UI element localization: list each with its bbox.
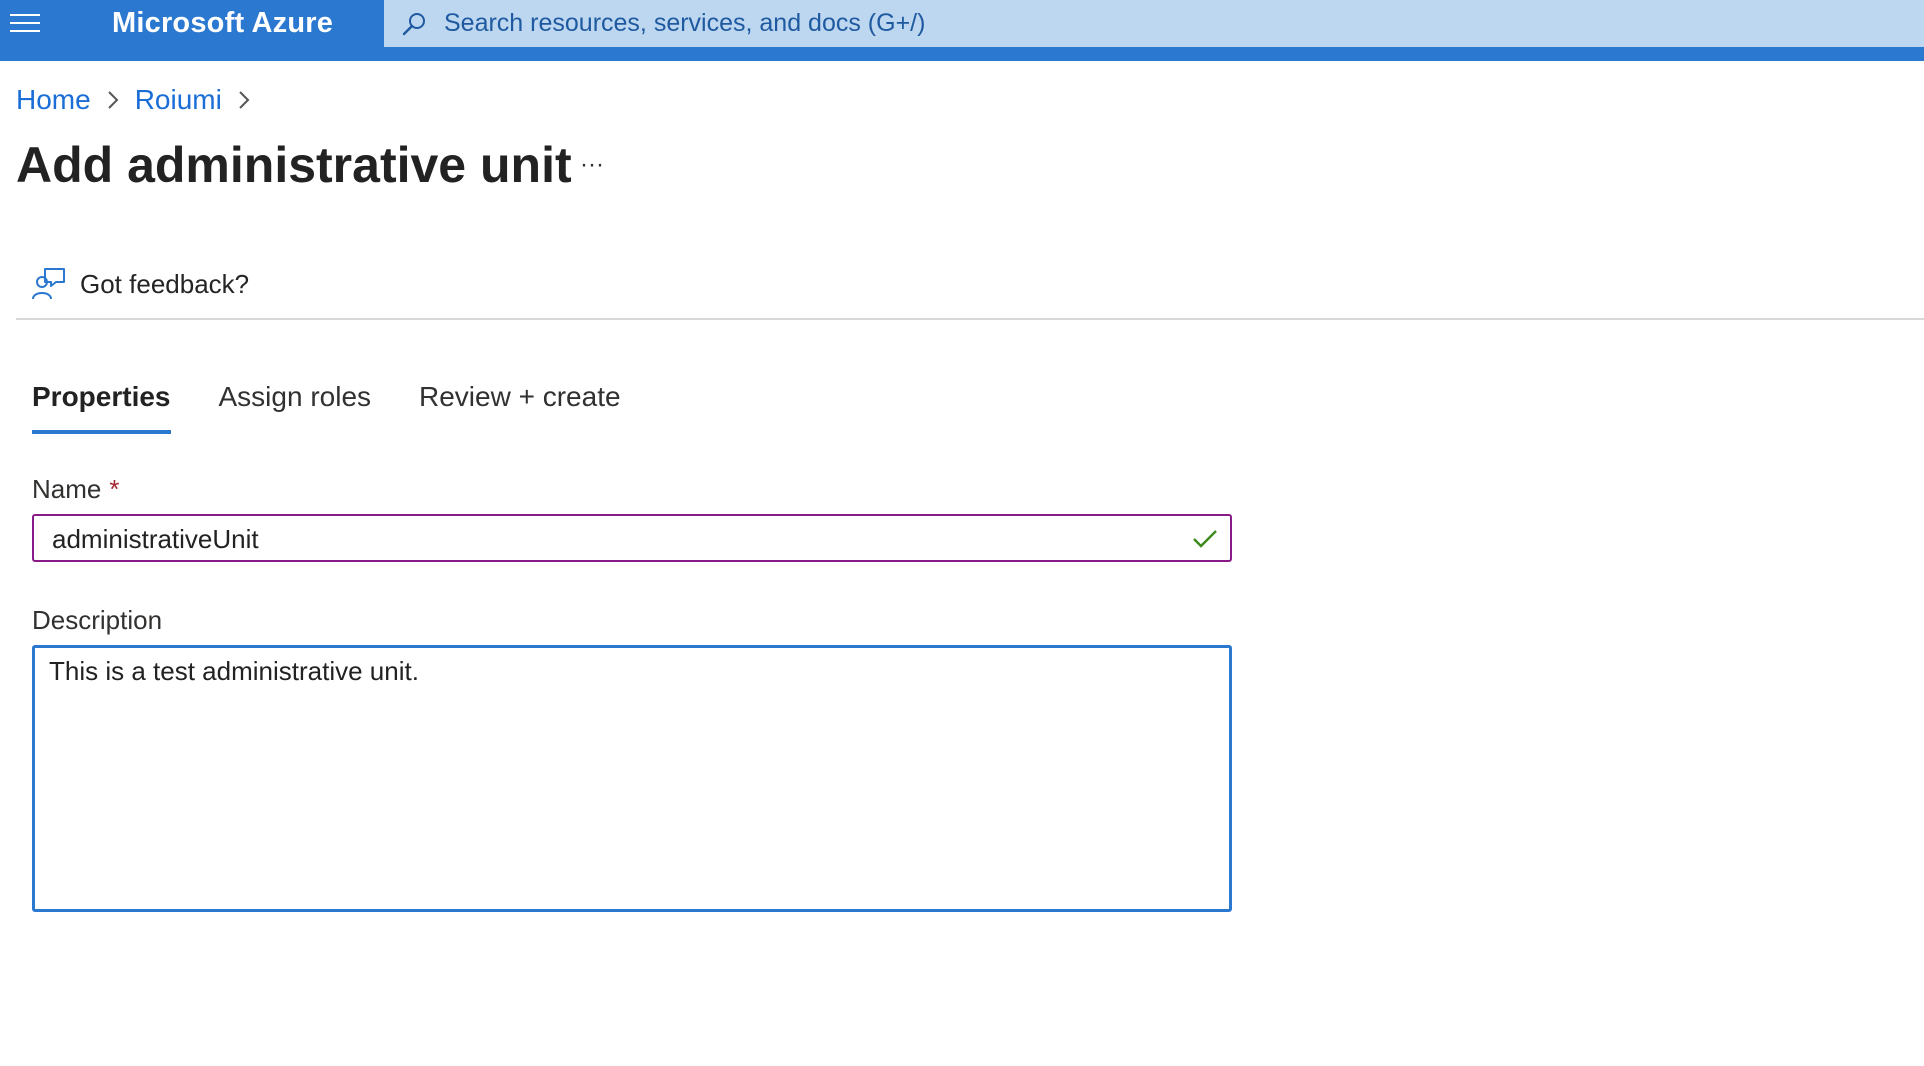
checkmark-icon <box>1193 530 1217 548</box>
name-field[interactable] <box>32 514 1232 562</box>
feedback-button[interactable]: Got feedback? <box>30 262 249 306</box>
tab-bar: Properties Assign roles Review + create <box>32 374 669 434</box>
global-search[interactable] <box>384 0 1924 47</box>
breadcrumb-home-link[interactable]: Home <box>16 84 91 116</box>
brand-title[interactable]: Microsoft Azure <box>112 0 333 46</box>
feedback-person-icon <box>32 268 65 300</box>
breadcrumb-roiumi-link[interactable]: Roiumi <box>135 84 222 116</box>
tab-review-create[interactable]: Review + create <box>419 374 621 434</box>
search-input[interactable] <box>442 8 1846 39</box>
hamburger-menu-icon[interactable] <box>0 0 50 46</box>
name-label: Name * <box>32 474 119 505</box>
tab-assign-roles[interactable]: Assign roles <box>219 374 372 434</box>
description-label: Description <box>32 605 163 635</box>
chevron-right-icon <box>91 89 135 111</box>
feedback-label: Got feedback? <box>80 268 250 299</box>
toolbar-divider <box>16 318 1924 320</box>
breadcrumb: Home Roiumi <box>16 80 266 120</box>
page-title: Add administrative unit <box>16 137 572 193</box>
top-bar: Microsoft Azure <box>0 0 1924 61</box>
name-input[interactable] <box>50 522 1174 556</box>
chevron-right-icon <box>222 89 266 111</box>
more-options-button[interactable]: ··· <box>574 150 610 180</box>
required-indicator: * <box>109 474 120 504</box>
name-label-text: Name <box>32 474 102 504</box>
tab-properties[interactable]: Properties <box>32 374 171 434</box>
description-textarea[interactable]: This is a test administrative unit. <box>49 656 1209 896</box>
description-field[interactable]: This is a test administrative unit. <box>32 645 1232 912</box>
search-icon <box>398 8 430 40</box>
